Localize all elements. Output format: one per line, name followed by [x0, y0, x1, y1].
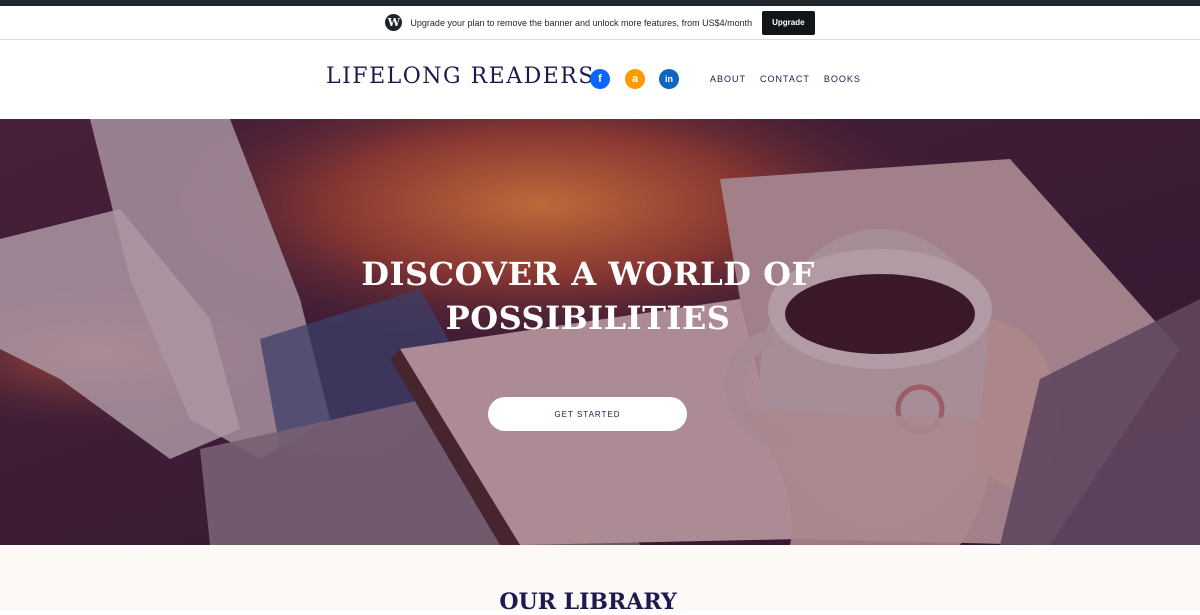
hero-heading-line1: DISCOVER A WORLD OF — [361, 255, 815, 294]
nav-link-about[interactable]: ABOUT — [710, 74, 746, 84]
hero-heading: DISCOVER A WORLD OF POSSIBILITIES — [0, 252, 1176, 340]
upgrade-banner: W Upgrade your plan to remove the banner… — [0, 6, 1200, 40]
site-title[interactable]: LIFELONG READERS — [326, 64, 595, 89]
site-header: LIFELONG READERS f a in ABOUT CONTACT BO… — [0, 40, 1200, 119]
library-section: OUR LIBRARY — [0, 545, 1200, 615]
hero-heading-line2: POSSIBILITIES — [445, 299, 731, 338]
get-started-button[interactable]: GET STARTED — [488, 397, 687, 431]
amazon-icon[interactable]: a — [625, 69, 645, 89]
linkedin-icon[interactable]: in — [659, 69, 679, 89]
library-heading: OUR LIBRARY — [499, 589, 677, 615]
nav-link-contact[interactable]: CONTACT — [760, 74, 810, 84]
upgrade-banner-text: Upgrade your plan to remove the banner a… — [410, 17, 753, 28]
upgrade-button[interactable]: Upgrade — [762, 10, 815, 35]
nav-link-books[interactable]: BOOKS — [824, 74, 861, 84]
hero-section: DISCOVER A WORLD OF POSSIBILITIES GET ST… — [0, 119, 1200, 545]
wordpress-logo-icon: W — [385, 14, 403, 31]
facebook-icon[interactable]: f — [590, 69, 610, 89]
main-navigation: ABOUT CONTACT BOOKS — [710, 74, 861, 84]
